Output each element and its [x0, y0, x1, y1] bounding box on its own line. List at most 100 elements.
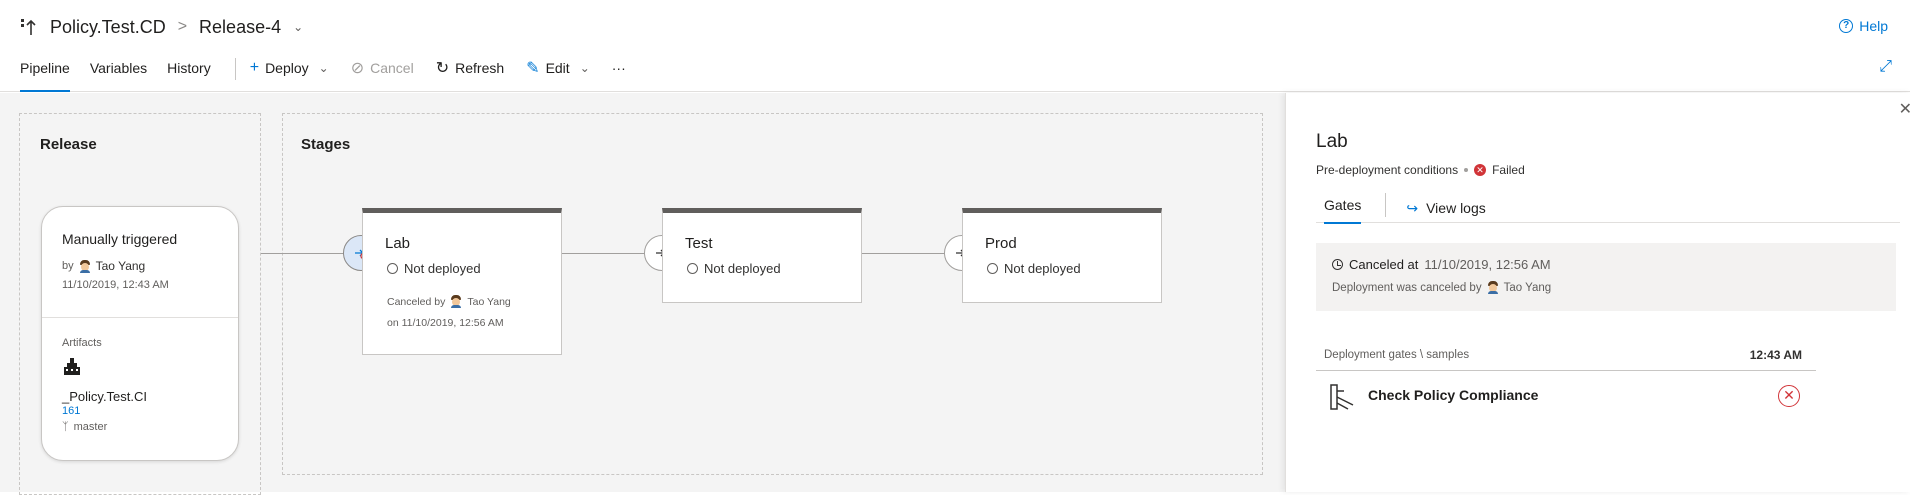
panel-subtitle: Pre-deployment conditions ✕ Failed: [1316, 163, 1525, 177]
help-label: Help: [1859, 18, 1888, 34]
share-arrow-icon: ↪: [1406, 199, 1419, 216]
toolbar-divider: [234, 58, 236, 80]
stage-status: Not deployed: [387, 261, 481, 276]
gate-name: Check Policy Compliance: [1368, 387, 1539, 403]
refresh-icon: ↻: [435, 60, 450, 77]
avatar: [450, 295, 462, 308]
stage-canceled-on: on 11/10/2019, 12:56 AM: [387, 317, 504, 329]
help-link[interactable]: ? Help: [1839, 18, 1888, 34]
artifacts-label: Artifacts: [62, 337, 102, 349]
stage-card-prod[interactable]: Prod Not deployed: [962, 208, 1162, 303]
tab-divider: [1385, 192, 1387, 217]
canceled-by: Deployment was canceled by Tao Yang: [1332, 281, 1551, 294]
chevron-down-icon: ⌄: [318, 61, 329, 75]
stage-status-text: Not deployed: [1004, 261, 1081, 276]
view-logs-link[interactable]: ↪ View logs: [1398, 193, 1493, 223]
cancel-icon: ⊘: [350, 60, 365, 77]
cancel-label: Cancel: [370, 60, 414, 76]
not-deployed-icon: [987, 263, 998, 274]
not-deployed-icon: [687, 263, 698, 274]
toolbar: Pipeline Variables History + Deploy ⌄ ⊘ …: [0, 54, 1910, 92]
stage-canceled-by: Canceled by Tao Yang: [387, 295, 511, 308]
canceled-at: Canceled at 11/10/2019, 12:56 AM: [1332, 257, 1551, 272]
plus-icon: +: [249, 59, 260, 76]
stage-status-text: Not deployed: [404, 261, 481, 276]
divider: [42, 317, 238, 318]
trigger-user: Tao Yang: [95, 259, 146, 273]
policy-gate-icon: [1328, 383, 1356, 411]
tab-gates[interactable]: Gates: [1316, 193, 1369, 224]
close-icon[interactable]: ✕: [1899, 99, 1910, 119]
stage-card-lab[interactable]: Lab Not deployed Canceled by Tao Yang on…: [362, 208, 562, 355]
cancellation-info: Canceled at 11/10/2019, 12:56 AM Deploym…: [1316, 243, 1896, 311]
release-trigger-card[interactable]: Manually triggered by Tao Yang 11/10/201…: [41, 206, 239, 461]
cancel-button[interactable]: ⊘ Cancel: [351, 54, 414, 92]
stage-name: Test: [685, 235, 713, 252]
release-pipeline-icon: [18, 15, 42, 39]
pipeline-canvas: Release Stages Manually triggered by Tao…: [0, 93, 1285, 495]
gate-row[interactable]: Check Policy Compliance ✕: [1316, 371, 1816, 417]
expand-icon[interactable]: ⤢: [1879, 58, 1892, 76]
canceled-by-label: Canceled by: [387, 295, 446, 308]
artifact-build-link[interactable]: 161: [62, 405, 80, 417]
pencil-icon: ✎: [526, 60, 540, 77]
stage-card-test[interactable]: Test Not deployed: [662, 208, 862, 303]
canceled-at-label: Canceled at: [1349, 257, 1419, 272]
stage-details-panel: ✕ Lab Pre-deployment conditions ✕ Failed…: [1285, 93, 1910, 492]
edit-button[interactable]: ✎ Edit ⌄: [526, 54, 590, 92]
avatar: [1487, 281, 1499, 294]
canceled-at-time: 11/10/2019, 12:56 AM: [1424, 257, 1551, 272]
canceled-by-text: Deployment was canceled by: [1332, 281, 1482, 294]
stage-status: Not deployed: [987, 261, 1081, 276]
connector-line: [862, 253, 946, 254]
page-header: Policy.Test.CD > Release-4 ⌄ ? Help Pipe…: [0, 0, 1910, 92]
gates-header: Deployment gates \ samples 12:43 AM: [1316, 343, 1816, 371]
trigger-title: Manually triggered: [62, 231, 178, 247]
chevron-down-icon: ⌄: [579, 61, 590, 75]
separator-dot: [1464, 168, 1469, 172]
artifact-name[interactable]: _Policy.Test.CI: [62, 389, 147, 404]
stages-section-title: Stages: [301, 136, 351, 153]
tab-history[interactable]: History: [157, 54, 221, 92]
gate-failed-icon[interactable]: ✕: [1778, 385, 1800, 407]
build-artifact-icon: [62, 357, 82, 377]
view-logs-label: View logs: [1426, 199, 1486, 216]
failed-icon: ✕: [1474, 164, 1487, 176]
stage-status: Not deployed: [687, 261, 781, 276]
canceled-by-user: Tao Yang: [1503, 281, 1552, 294]
branch-name: master: [73, 421, 108, 433]
status-text: Failed: [1492, 163, 1525, 177]
stage-name: Prod: [985, 235, 1017, 252]
branch-icon: ᛉ: [62, 421, 69, 433]
breadcrumb-separator: >: [177, 18, 188, 35]
canceled-by-user: Tao Yang: [467, 295, 511, 308]
connector-line: [562, 253, 646, 254]
tab-variables[interactable]: Variables: [80, 54, 157, 92]
avatar: [79, 259, 91, 273]
edit-label: Edit: [545, 60, 570, 76]
conditions-label: Pre-deployment conditions: [1316, 163, 1459, 177]
panel-title: Lab: [1316, 131, 1348, 152]
refresh-button[interactable]: ↻ Refresh: [436, 54, 504, 92]
deploy-label: Deploy: [265, 60, 309, 76]
trigger-by: by Tao Yang: [62, 259, 145, 273]
clock-icon: [1332, 259, 1343, 270]
artifact-branch: ᛉ master: [62, 421, 107, 433]
chevron-down-icon[interactable]: ⌄: [293, 20, 303, 34]
more-actions-button[interactable]: ···: [612, 54, 626, 92]
release-name[interactable]: Release-4: [199, 17, 281, 38]
help-icon: ?: [1839, 19, 1854, 33]
deploy-button[interactable]: + Deploy ⌄: [250, 54, 329, 92]
connector-line: [261, 253, 345, 254]
pipeline-name-link[interactable]: Policy.Test.CD: [50, 17, 166, 38]
stage-name: Lab: [385, 235, 411, 252]
breadcrumb: Policy.Test.CD > Release-4 ⌄: [18, 14, 303, 40]
gates-header-label: Deployment gates \ samples: [1324, 349, 1470, 361]
release-section-title: Release: [40, 136, 97, 153]
stage-status-text: Not deployed: [704, 261, 781, 276]
not-deployed-icon: [387, 263, 398, 274]
gates-header-time: 12:43 AM: [1749, 348, 1802, 362]
panel-tabs: Gates ↪ View logs: [1316, 192, 1900, 224]
by-label: by: [62, 260, 74, 272]
tab-pipeline[interactable]: Pipeline: [10, 54, 80, 92]
